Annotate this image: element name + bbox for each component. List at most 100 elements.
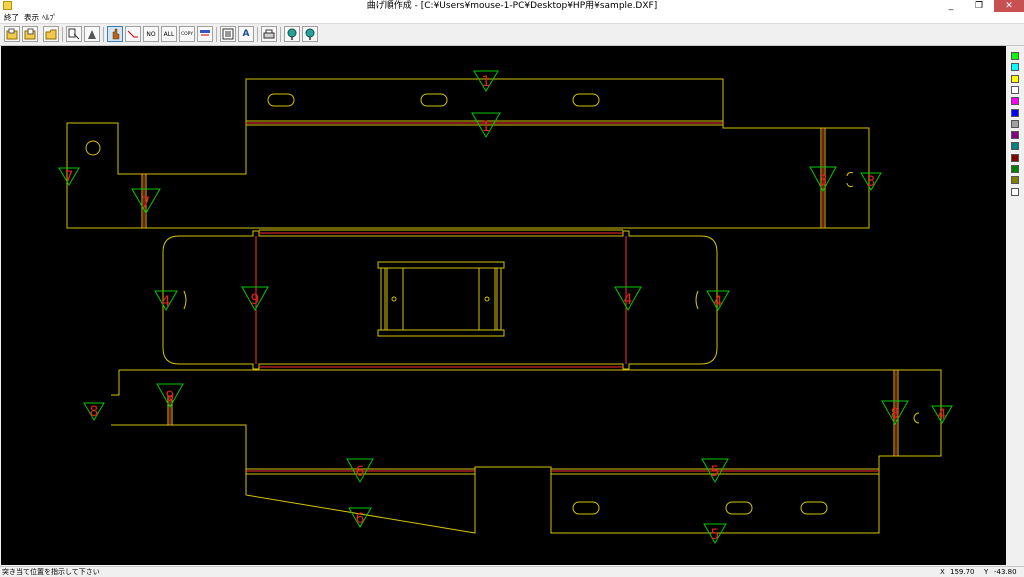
small-arc [695,290,699,310]
bend-number: 7 [65,169,74,185]
round-hole [85,140,101,156]
drawing-canvas[interactable]: 1 1 3 3 7 7 4 9 4 4 8 9 8 4 6 5 6 5 [1,46,1006,565]
bend-number: 3 [819,173,828,189]
color-swatch[interactable] [1011,97,1019,106]
menu-help[interactable]: ﾍﾙﾌﾟ [42,12,57,23]
edit-label: A [242,29,250,39]
edit-button[interactable]: A [238,26,254,42]
slot-hole [267,93,295,107]
toolbar-separator [103,27,104,42]
menu-exit[interactable]: 終了 [4,12,19,23]
color-swatch[interactable] [1011,176,1019,185]
small-hole [391,296,397,302]
small-arc [183,290,187,310]
bottom-part-outline [111,369,942,534]
color-swatch[interactable] [1011,108,1019,117]
open-file-icon [6,28,18,40]
color-swatch[interactable] [1011,63,1019,72]
select-bend-button[interactable] [107,26,123,42]
color-swatch[interactable] [1011,142,1019,151]
color-swatch[interactable] [1011,119,1019,128]
copy-bend-label: COPY [180,31,194,37]
window-top-rail [377,261,505,269]
save-file-button[interactable] [22,26,38,42]
color-swatch[interactable] [1011,153,1019,162]
window-right-panel [478,267,496,331]
toolbar-separator [216,27,217,42]
all-bend-label: ALL [163,30,175,38]
zoom-out-icon [305,28,315,40]
bend-number: 6 [356,511,365,527]
cad-read-icon [68,28,80,40]
window-side-rails [380,268,502,330]
slot-hole [572,93,600,107]
color-swatch[interactable] [1011,85,1019,94]
zoom-in-icon [287,28,297,40]
open-file-button[interactable] [4,26,20,42]
open-folder-button[interactable] [43,26,59,42]
restore-button[interactable]: ❐ [968,0,990,12]
bend-number: 5 [711,464,720,480]
middle-flange-lines [259,229,623,371]
bend-number: 4 [162,294,171,310]
menu-bar: 終了 表示 ﾍﾙﾌﾟ [0,12,1024,24]
window-left-panel [386,267,404,331]
read-dxf-button[interactable] [66,26,82,42]
cad-drawing: 1 1 3 3 7 7 4 9 4 4 8 9 8 4 6 5 6 5 [58,70,953,544]
toolbar-separator [257,27,258,42]
small-arc [913,412,920,424]
slot-hole [725,501,753,515]
copy-bend-button[interactable]: COPY [179,26,195,42]
status-bar: 突き当て位置を指示して下さい X 159.70 Y -43.80 [0,566,1024,577]
bend-number: 3 [867,174,876,190]
printer-icon [263,29,275,39]
bend-number: 9 [251,292,260,308]
bend-number: 6 [356,464,365,480]
bend-number: 4 [938,407,947,423]
save-file-icon [24,28,36,40]
delete-bend-icon [200,30,210,36]
number-bend-button[interactable]: NO [143,26,159,42]
menu-view[interactable]: 表示 [24,12,39,23]
bend-number: 4 [624,292,633,308]
print-button[interactable] [261,26,277,42]
zoom-out-button[interactable] [302,26,318,42]
color-swatch[interactable] [1011,131,1019,140]
window-title: 曲げ順作成 - [C:¥Users¥mouse-1-PC¥Desktop¥HP用… [366,1,658,11]
color-swatch[interactable] [1011,187,1019,196]
folder-icon [45,29,57,40]
list-icon [222,28,234,40]
bend-number: 1 [482,119,491,135]
zoom-in-button[interactable] [284,26,300,42]
number-bend-label: NO [146,30,156,38]
bend-number: 8 [891,406,900,422]
small-arc [846,171,854,188]
toolbar-separator [62,27,63,42]
punch-button[interactable] [84,26,100,42]
window-bottom-rail [377,329,505,337]
minimize-button[interactable]: _ [940,0,962,12]
bend-number: 5 [711,527,720,543]
bend-number: 7 [142,195,151,211]
delete-bend-button[interactable] [197,26,213,42]
bend-line-button[interactable] [125,26,141,42]
color-palette [1007,46,1024,565]
small-hole [484,296,490,302]
slot-hole [800,501,828,515]
bend-number: 1 [482,74,491,90]
toolbar-separator [280,27,281,42]
color-swatch[interactable] [1011,52,1019,60]
close-button[interactable]: ✕ [994,0,1024,12]
list-button[interactable] [220,26,236,42]
bend-line-icon [127,30,138,38]
color-swatch[interactable] [1011,74,1019,83]
punch-icon [88,30,96,39]
top-part-outline [66,78,870,229]
color-swatch[interactable] [1011,165,1019,173]
bend-number: 9 [166,389,175,405]
hand-pointer-icon [112,28,120,40]
slot-hole [420,93,448,107]
bend-number: 4 [714,294,723,310]
bend-number: 8 [90,404,99,420]
all-bend-button[interactable]: ALL [161,26,177,42]
